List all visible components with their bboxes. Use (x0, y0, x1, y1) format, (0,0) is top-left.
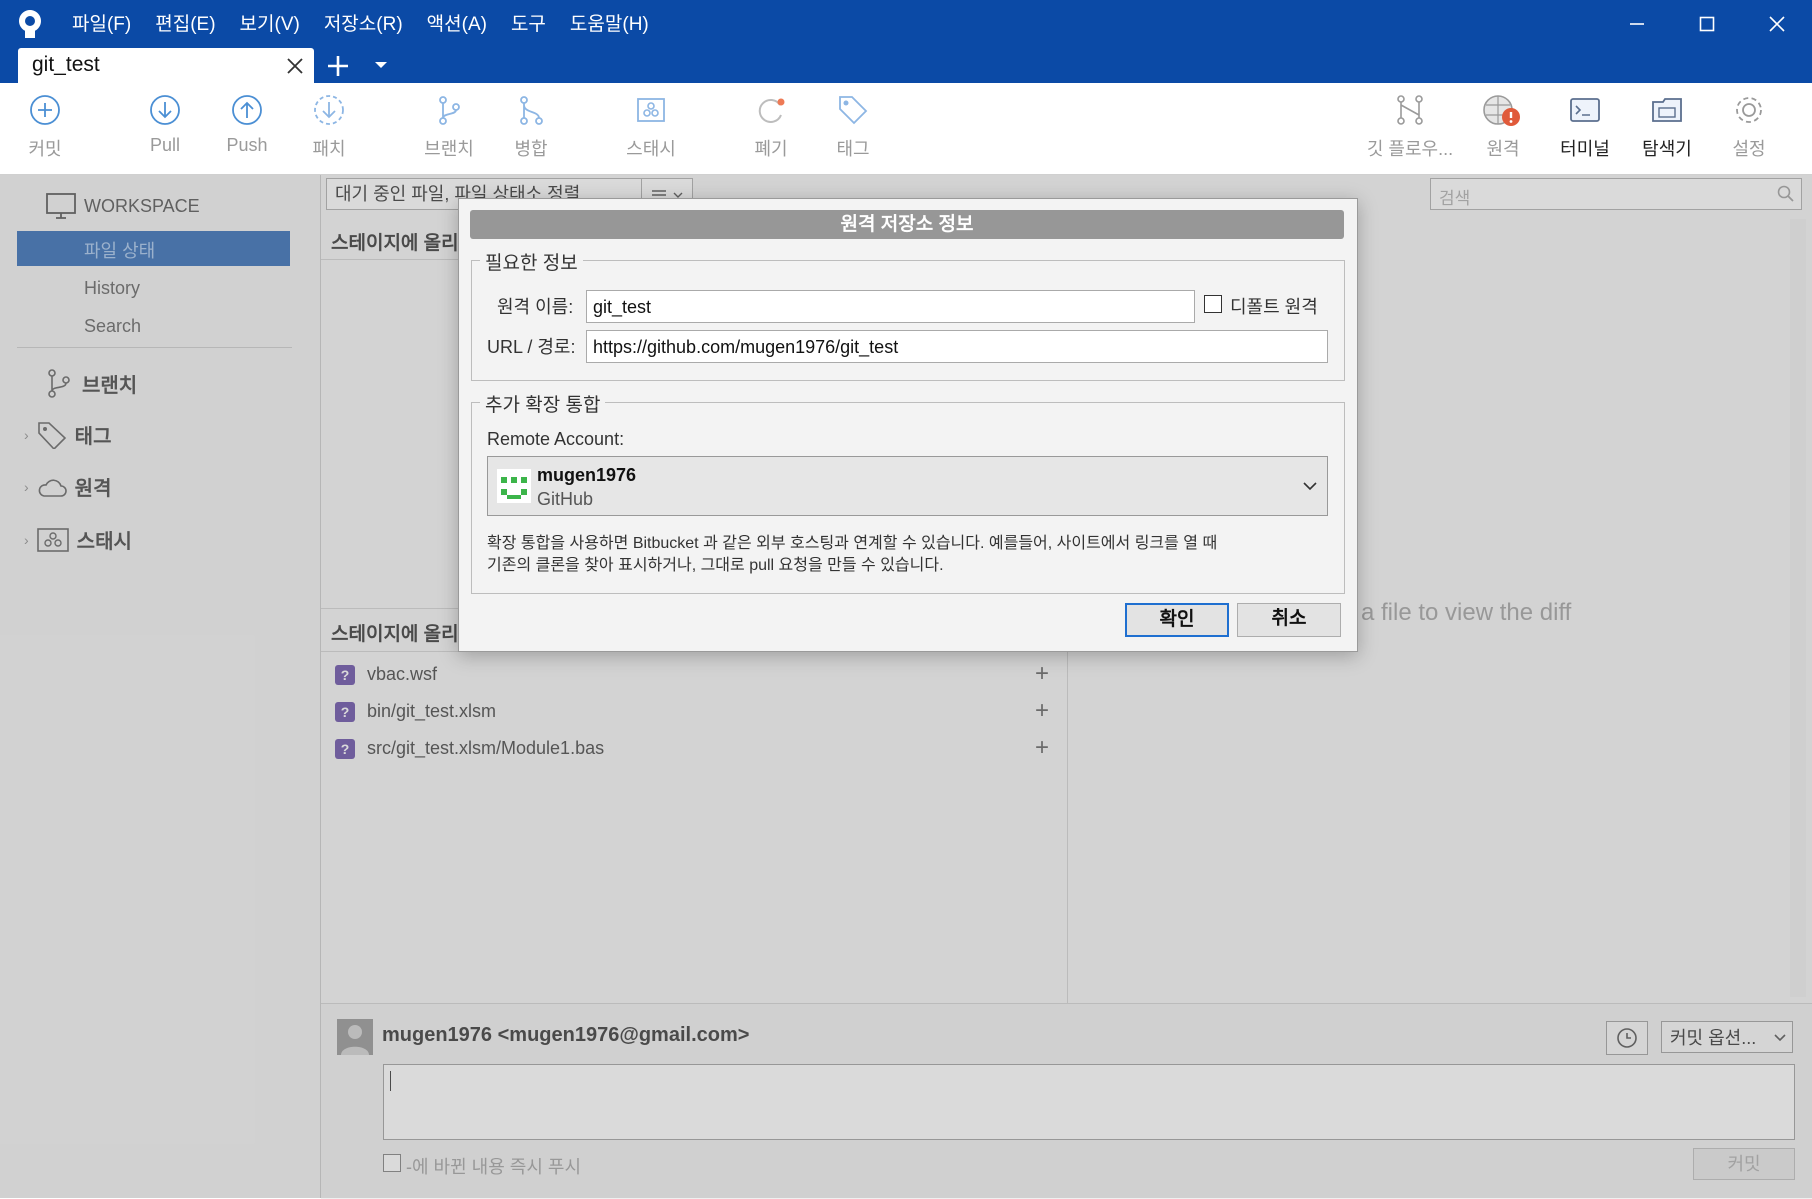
stash-button[interactable]: 스태시 (611, 93, 691, 161)
repo-tab-label: git_test (32, 53, 100, 76)
url-input[interactable]: https://github.com/mugen1976/git_test (586, 330, 1328, 363)
patch-label: 패치 (312, 139, 346, 159)
pull-icon (150, 95, 180, 125)
remote-account-label: Remote Account: (487, 429, 625, 449)
patch-icon (314, 95, 344, 125)
minimize-button[interactable] (1602, 0, 1672, 48)
chevron-down-icon (1303, 482, 1317, 491)
explorer-icon (1652, 98, 1682, 122)
menu-help[interactable]: 도움말(H) (558, 10, 661, 40)
explorer-button[interactable]: 탐색기 (1627, 93, 1707, 161)
remote-button[interactable]: 원격 (1463, 93, 1543, 161)
repo-tab[interactable]: git_test (18, 48, 314, 83)
discard-label: 폐기 (754, 139, 788, 159)
dialog-title: 원격 저장소 정보 (470, 210, 1344, 239)
title-bar: 파일(F) 편집(E) 보기(V) 저장소(R) 액션(A) 도구 도움말(H)… (0, 0, 1812, 83)
git-flow-button[interactable]: 깃 플로우... (1360, 93, 1460, 161)
tag-button[interactable]: 태그 (813, 93, 893, 161)
terminal-button[interactable]: 터미널 (1545, 93, 1625, 161)
maximize-button[interactable] (1672, 0, 1742, 48)
menu-tools[interactable]: 도구 (499, 10, 558, 40)
default-remote-checkbox[interactable] (1204, 295, 1222, 313)
menu-file[interactable]: 파일(F) (60, 10, 143, 40)
push-button[interactable]: Push (207, 93, 287, 156)
explorer-label: 탐색기 (1642, 139, 1692, 159)
stash-label: 스태시 (626, 139, 676, 159)
settings-button[interactable]: 설정 (1709, 93, 1789, 161)
tab-list-chevron-icon[interactable] (374, 60, 388, 70)
tag-label: 태그 (836, 139, 870, 159)
commit-label: 커밋 (28, 139, 62, 159)
required-info-legend: 필요한 정보 (480, 248, 583, 275)
close-tab-icon[interactable] (286, 57, 304, 75)
stash-icon (637, 98, 665, 122)
commit-button[interactable]: 커밋 (5, 93, 85, 161)
new-tab-icon[interactable] (326, 54, 350, 78)
push-label: Push (226, 135, 268, 155)
patch-button[interactable]: 패치 (289, 93, 369, 161)
git-flow-icon (1397, 95, 1423, 125)
push-icon (232, 95, 262, 125)
tag-icon (839, 96, 868, 125)
merge-label: 병합 (514, 139, 548, 159)
menu-actions[interactable]: 액션(A) (415, 10, 499, 40)
description-line-1: 확장 통합을 사용하면 Bitbucket 과 같은 외부 호스팅과 연계할 수… (487, 535, 1218, 552)
branch-icon (439, 96, 460, 125)
pull-label: Pull (149, 135, 180, 155)
pull-button[interactable]: Pull (125, 93, 205, 156)
merge-button[interactable]: 병합 (491, 93, 571, 161)
git-flow-label: 깃 플로우... (1366, 139, 1454, 159)
cancel-button[interactable]: 취소 (1237, 603, 1341, 637)
remote-globe-icon (1483, 95, 1520, 126)
terminal-label: 터미널 (1560, 139, 1610, 159)
settings-label: 설정 (1732, 139, 1766, 159)
description-line-2: 기존의 클론을 찾아 표시하거나, 그대로 pull 요청을 만들 수 있습니다… (487, 557, 944, 574)
remote-label: 원격 (1486, 139, 1520, 159)
integration-description: 확장 통합을 사용하면 Bitbucket 과 같은 외부 호스팅과 연계할 수… (487, 533, 1337, 577)
remote-account-dropdown[interactable]: mugen1976 GitHub (487, 456, 1328, 516)
terminal-icon (1570, 98, 1600, 122)
branch-label: 브랜치 (424, 139, 474, 159)
menu-bar: 파일(F) 편집(E) 보기(V) 저장소(R) 액션(A) 도구 도움말(H) (60, 10, 661, 40)
remote-name-input[interactable]: git_test (586, 290, 1195, 323)
url-label: URL / 경로: (487, 337, 576, 357)
commit-icon (30, 95, 60, 125)
close-window-button[interactable] (1742, 0, 1812, 48)
account-name: mugen1976 (537, 465, 637, 485)
menu-view[interactable]: 보기(V) (228, 10, 312, 40)
branch-button[interactable]: 브랜치 (409, 93, 489, 161)
menu-edit[interactable]: 편집(E) (143, 10, 227, 40)
remote-name-label: 원격 이름: (497, 297, 574, 317)
remote-info-dialog: 원격 저장소 정보 필요한 정보 원격 이름: git_test 디폴트 원격 … (458, 198, 1358, 652)
ok-button[interactable]: 확인 (1125, 603, 1229, 637)
app-logo-icon (16, 8, 44, 40)
menu-repository[interactable]: 저장소(R) (312, 10, 415, 40)
default-remote-label: 디폴트 원격 (1230, 297, 1318, 317)
account-host: GitHub (537, 489, 594, 509)
gear-icon (1736, 97, 1762, 123)
discard-icon (758, 98, 785, 123)
toolbar: 커밋 Pull Push 패치 브랜치 병합 스태시 폐기 태그 깃 플로우..… (0, 83, 1812, 175)
extension-legend: 추가 확장 통합 (480, 390, 606, 417)
discard-button[interactable]: 폐기 (731, 93, 811, 161)
account-identicon-icon (497, 469, 531, 503)
merge-icon (520, 96, 543, 125)
